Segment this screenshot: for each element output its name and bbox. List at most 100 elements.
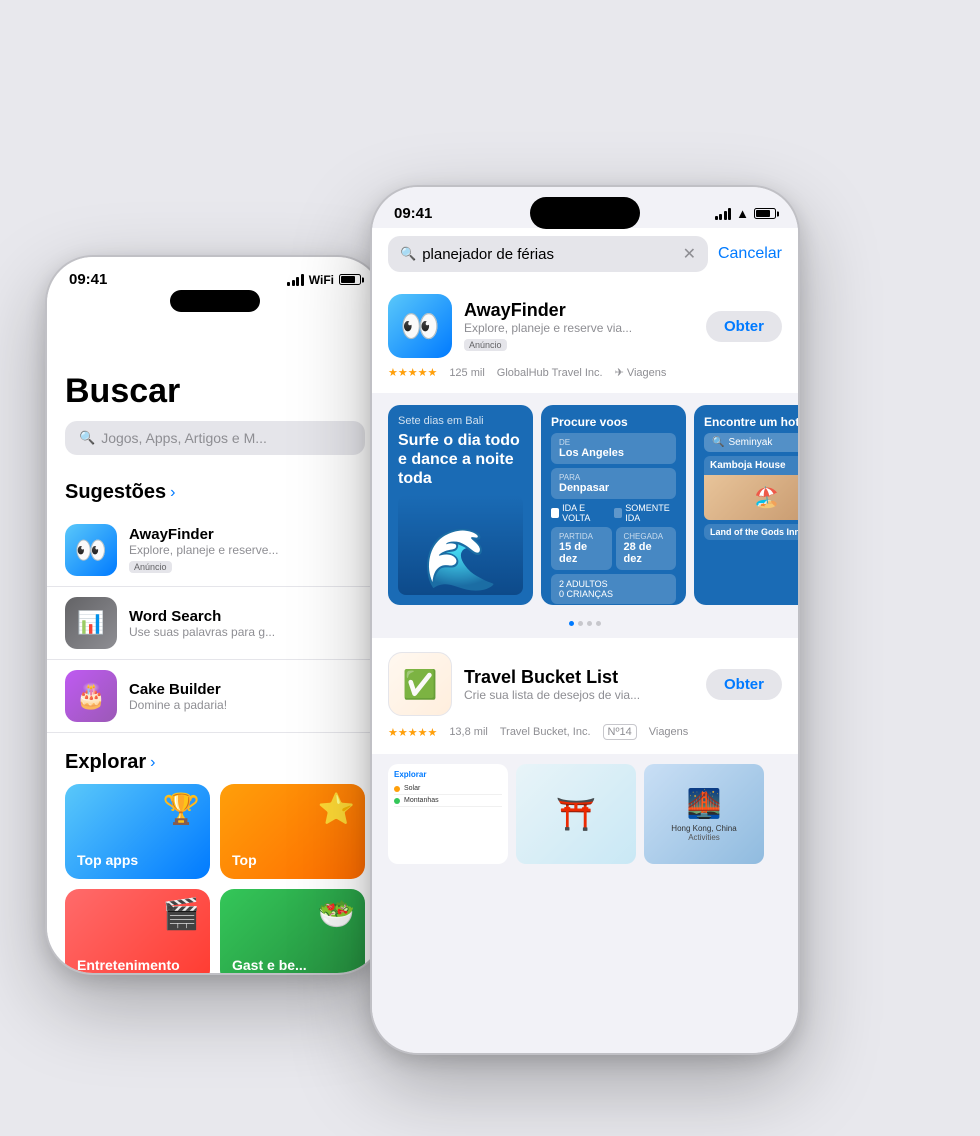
list-item[interactable]: 🎂 Cake Builder Domine a padaria! xyxy=(47,660,383,733)
suggestions-list: 👀 AwayFinder Explore, planeje e reserve.… xyxy=(47,514,383,733)
flight-checkboxes: IDA E VOLTA SOMENTE IDA xyxy=(551,503,676,523)
featured-ad-badge: Anúncio xyxy=(464,339,507,351)
buscar-header: Buscar 🔍 Jogos, Apps, Artigos e M... xyxy=(47,312,383,463)
suggestions-title: Sugestões xyxy=(65,481,166,504)
reviews-second: 13,8 mil xyxy=(449,726,488,738)
clear-icon[interactable]: ✕ xyxy=(683,244,696,264)
temple-icon: ⛩️ xyxy=(556,795,596,833)
suggestions-chevron[interactable]: › xyxy=(170,484,175,502)
explorar-chevron[interactable]: › xyxy=(150,754,155,772)
flight-from-field: DE Los Angeles xyxy=(551,433,676,464)
ad-badge: Anúncio xyxy=(129,561,172,573)
top-title: Top xyxy=(232,852,257,869)
from-label: DE xyxy=(559,438,668,447)
check-oneway xyxy=(614,508,622,518)
category-second: Viagens xyxy=(649,726,689,738)
hotel-search-bar: 🔍 Seminyak xyxy=(704,433,798,452)
featured-app-name: AwayFinder xyxy=(464,300,694,321)
second-app-card: ✅ Travel Bucket List Crie sua lista de d… xyxy=(372,638,798,754)
roundtrip-label: IDA E VOLTA xyxy=(562,503,606,523)
adults-value: 2 ADULTOS xyxy=(559,579,668,589)
gastro-title: Gast e be... xyxy=(232,957,307,973)
hotel1-name: Kamboja House xyxy=(704,456,798,475)
flight-title: Procure voos xyxy=(551,415,676,429)
category-card-entertainment[interactable]: 🎬 Entretenimento xyxy=(65,889,210,973)
featured-app-card: 👀 AwayFinder Explore, planeje e reserve … xyxy=(372,280,798,393)
cancel-button[interactable]: Cancelar xyxy=(718,245,782,263)
second-app-desc: Crie sua lista de desejos de via... xyxy=(464,688,694,702)
departure-field: PARTIDA 15 de dez xyxy=(551,527,612,570)
dates-row: PARTIDA 15 de dez CHEGADA 28 de dez xyxy=(551,527,676,570)
tb-screenshot-3: 🌉 Hong Kong, China Activities xyxy=(644,764,764,864)
search-placeholder-back: Jogos, Apps, Artigos e M... xyxy=(101,430,267,446)
dots-indicator xyxy=(372,617,798,630)
tb-screenshots: Explorar Solar Montanhas ⛩️ xyxy=(372,754,798,874)
search-bar-back[interactable]: 🔍 Jogos, Apps, Artigos e M... xyxy=(65,421,365,455)
second-app-name: Travel Bucket List xyxy=(464,667,694,688)
pool-icon: 🏖️ xyxy=(754,485,779,510)
dep-label: PARTIDA xyxy=(559,532,604,541)
explorar-header: Explorar › xyxy=(47,733,383,784)
tb-inner-1: Explorar Solar Montanhas xyxy=(388,764,508,864)
bali-image: 🌊 xyxy=(398,495,523,595)
stars-featured: ★★★★★ xyxy=(388,366,437,379)
search-query: planejador de férias xyxy=(422,246,676,263)
activities-label: Activities xyxy=(688,833,720,842)
tb-header-1: Explorar xyxy=(394,770,502,779)
featured-info: AwayFinder Explore, planeje e reserve vi… xyxy=(464,300,694,353)
status-icons-back: WiFi xyxy=(287,273,361,287)
search-bar-active: 🔍 planejador de férias ✕ Cancelar xyxy=(372,228,798,280)
top-emoji: ⭐ xyxy=(318,792,355,827)
app-desc: Domine a padaria! xyxy=(129,698,365,712)
publisher-second: Travel Bucket, Inc. xyxy=(500,726,591,738)
entertainment-emoji: 🎬 xyxy=(163,897,200,932)
explorar-section: 🏆 Top apps ⭐ Top 🎬 Entretenimento 🥗 Gast… xyxy=(47,784,383,973)
dot-2 xyxy=(578,621,583,626)
hotel1-image: 🏖️ xyxy=(704,475,798,520)
awayfinder-face-front: 👀 xyxy=(400,307,440,345)
suggestions-header: Sugestões › xyxy=(47,463,383,514)
awayfinder-icon-back: 👀 xyxy=(65,524,117,576)
tb-dot-1 xyxy=(394,786,400,792)
category-card-gastro[interactable]: 🥗 Gast e be... xyxy=(220,889,365,973)
bali-subtitle: Surfe o dia todo e dance a noite toda xyxy=(398,431,523,489)
awayfinder-face: 👀 xyxy=(75,535,107,566)
app-name: AwayFinder xyxy=(129,526,365,543)
stars-row-second: ★★★★★ 13,8 mil Travel Bucket, Inc. Nº14 … xyxy=(388,724,782,740)
checkbox-roundtrip: IDA E VOLTA xyxy=(551,503,606,523)
time-back: 09:41 xyxy=(69,271,107,288)
buscar-title: Buscar xyxy=(65,372,365,411)
signal-icon xyxy=(287,274,304,286)
tb-text-1: Solar xyxy=(404,785,420,792)
screenshot-flight: Procure voos DE Los Angeles PARA Denpasa… xyxy=(541,405,686,605)
app-info: Cake Builder Domine a padaria! xyxy=(129,681,365,712)
scene: 09:41 WiFi xyxy=(0,0,980,1136)
wifi-icon-front: ▲ xyxy=(736,206,749,221)
app-desc: Use suas palavras para g... xyxy=(129,625,365,639)
entertainment-title: Entretenimento xyxy=(77,957,180,973)
hotel-search-icon: 🔍 xyxy=(712,437,724,448)
explorar-title: Explorar xyxy=(65,751,146,774)
obter-button-featured[interactable]: Obter xyxy=(706,311,782,342)
category-card-top[interactable]: ⭐ Top xyxy=(220,784,365,879)
tb-screenshot-2: ⛩️ xyxy=(516,764,636,864)
signal-icon-front xyxy=(715,208,732,220)
list-item[interactable]: 📊 Word Search Use suas palavras para g..… xyxy=(47,587,383,660)
travel-bucket-icon: ✅ xyxy=(388,652,452,716)
category-card-top-apps[interactable]: 🏆 Top apps xyxy=(65,784,210,879)
screenshot-bali: Sete dias em Bali Surfe o dia todo e dan… xyxy=(388,405,533,605)
second-app-info: Travel Bucket List Crie sua lista de des… xyxy=(464,667,694,702)
arr-label: CHEGADA xyxy=(624,532,669,541)
list-item[interactable]: 👀 AwayFinder Explore, planeje e reserve.… xyxy=(47,514,383,587)
search-input-container[interactable]: 🔍 planejador de férias ✕ xyxy=(388,236,708,272)
hotel-search-text: Seminyak xyxy=(728,437,772,448)
second-app-row: ✅ Travel Bucket List Crie sua lista de d… xyxy=(388,652,782,716)
phone-front: 09:41 ▲ 🔍 p xyxy=(370,185,800,1055)
rank-badge: Nº14 xyxy=(603,724,637,740)
publisher-featured: GlobalHub Travel Inc. xyxy=(497,367,603,379)
wordsearch-emoji: 📊 xyxy=(77,610,104,636)
dot-1 xyxy=(569,621,574,626)
gastro-emoji: 🥗 xyxy=(318,897,355,932)
obter-button-second[interactable]: Obter xyxy=(706,669,782,700)
arr-value: 28 de dez xyxy=(624,541,669,565)
